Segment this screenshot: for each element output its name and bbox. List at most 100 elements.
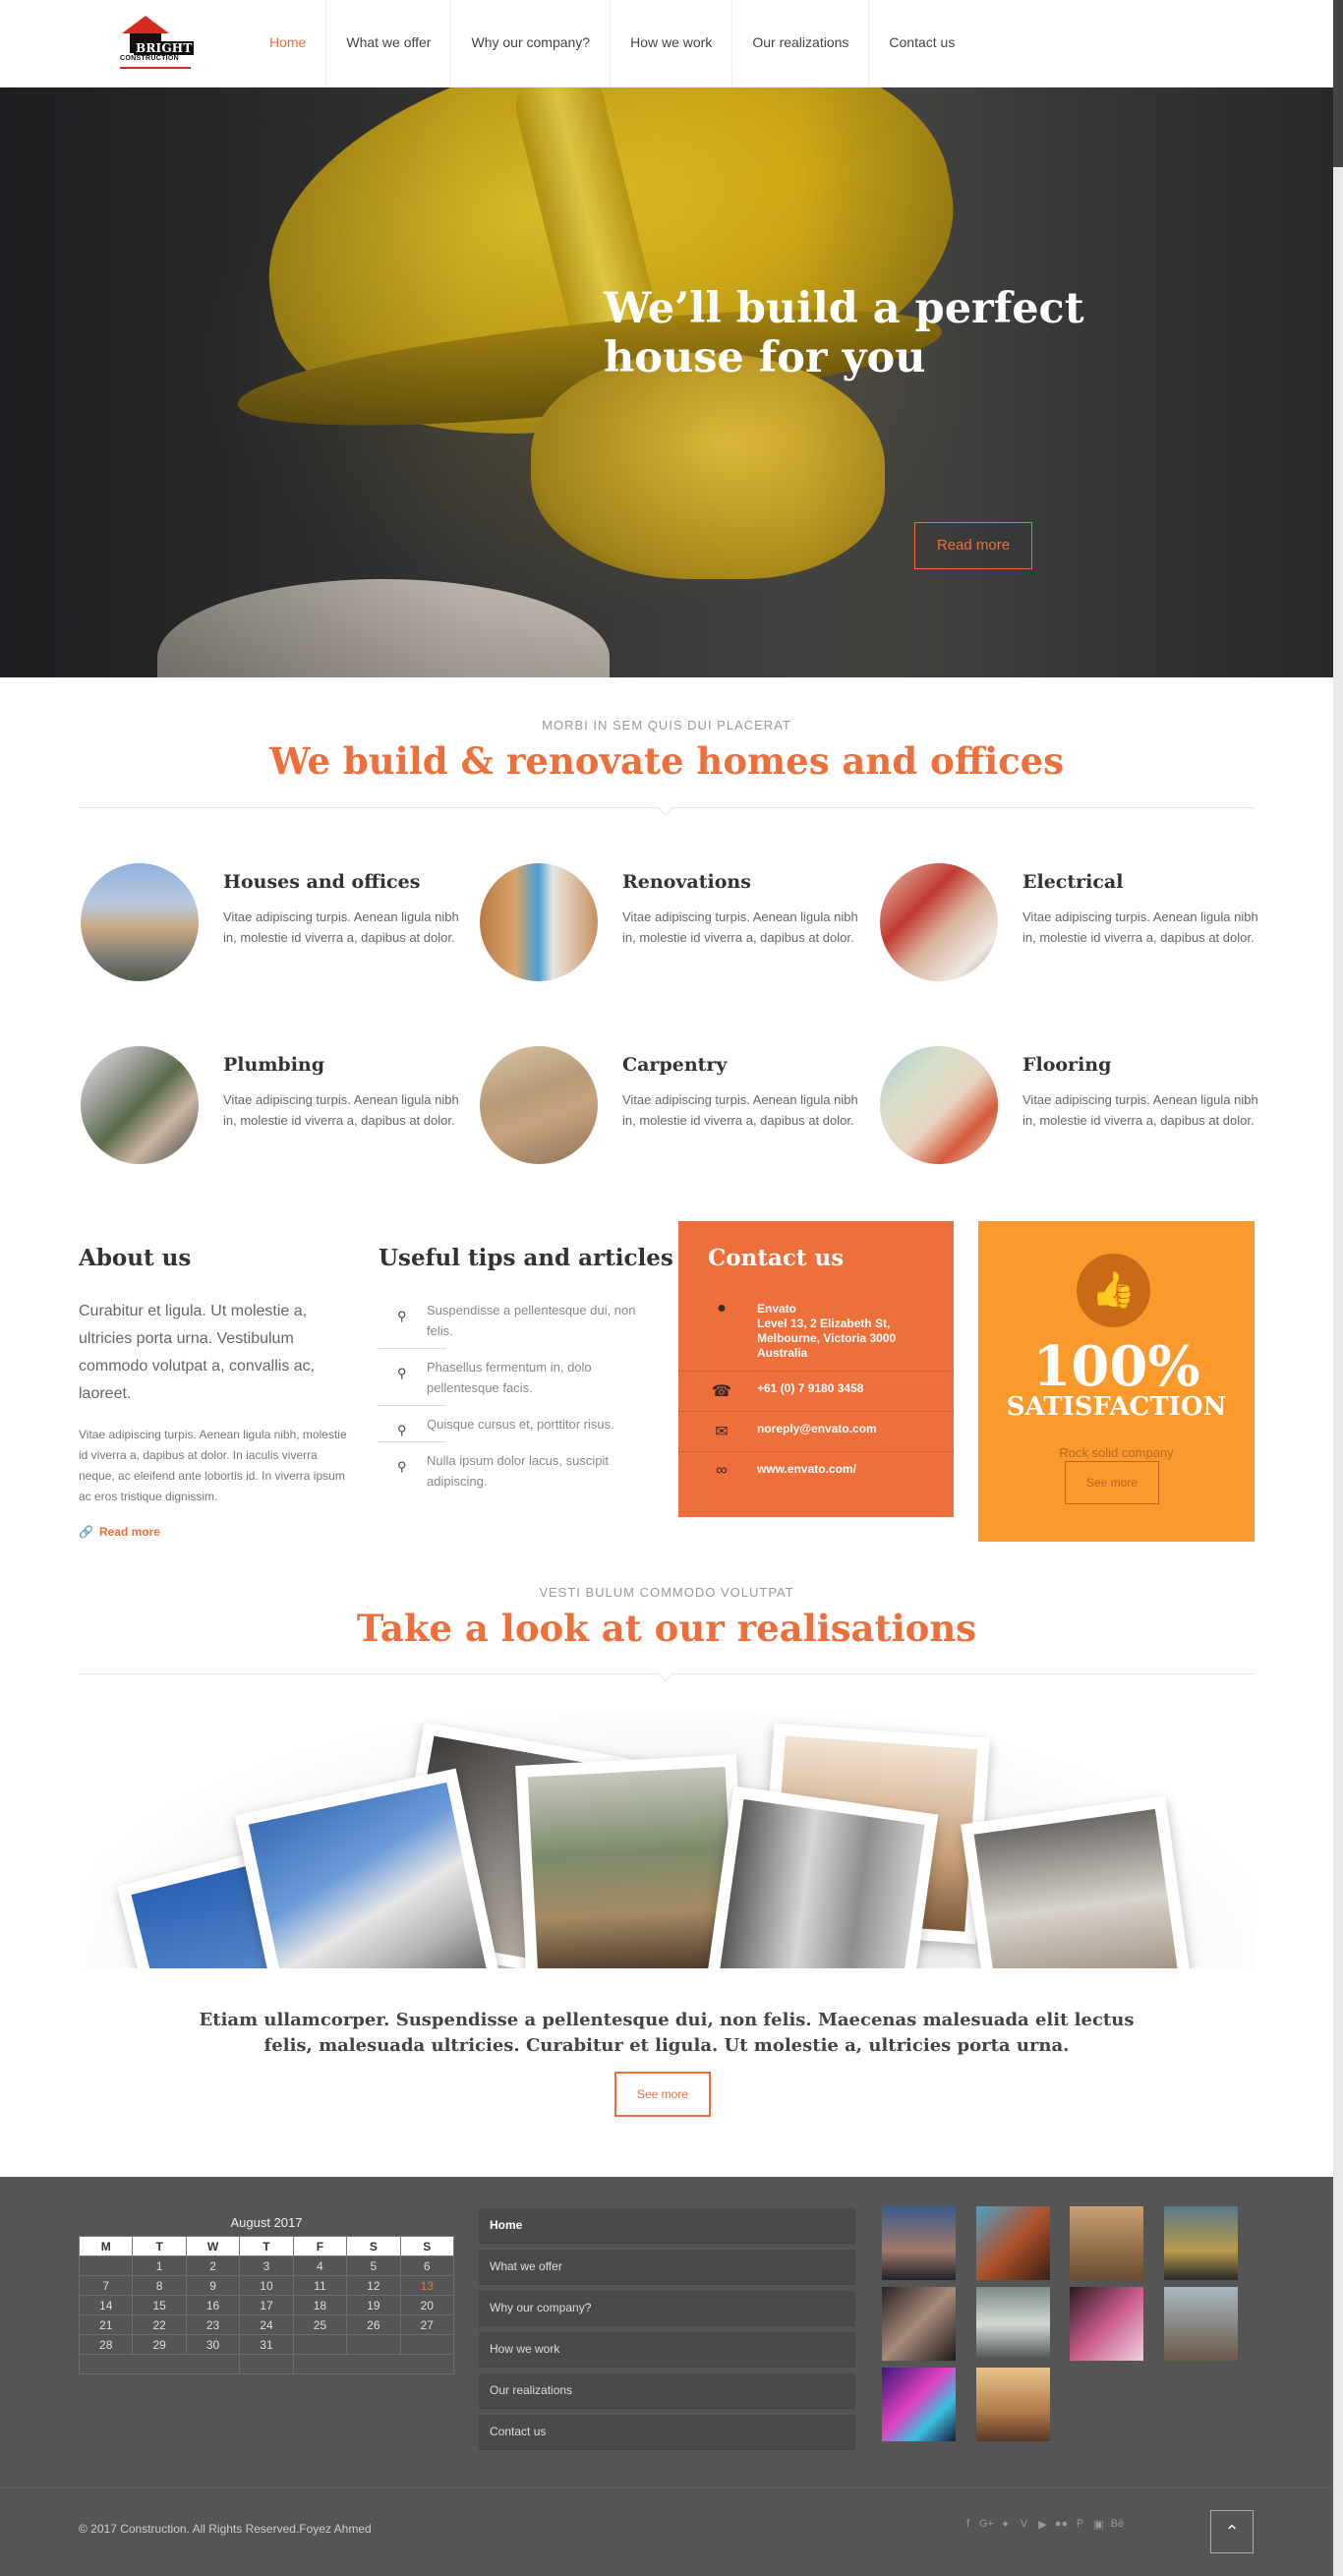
footer-thumb[interactable]	[976, 2287, 1050, 2361]
link-icon: 🔗	[79, 1525, 93, 1539]
scrollbar[interactable]	[1333, 0, 1343, 2576]
calendar-day-cell[interactable]: 5	[346, 2255, 401, 2276]
calendar-day-cell[interactable]: 20	[399, 2295, 455, 2315]
footer-thumb[interactable]	[882, 2287, 956, 2361]
calendar-day-header: M	[78, 2236, 134, 2256]
calendar-day-cell[interactable]: 24	[239, 2314, 294, 2335]
calendar-day-cell[interactable]: 31	[239, 2334, 294, 2355]
logo[interactable]: BRIGHT CONSTRUCTION	[118, 14, 195, 75]
footer-thumb[interactable]	[1070, 2206, 1143, 2280]
contact-web[interactable]: www.envato.com/	[757, 1462, 944, 1477]
calendar-day-cell[interactable]: 17	[239, 2295, 294, 2315]
footer-menu-our-realizations[interactable]: Our realizations	[479, 2373, 855, 2409]
footer-thumb[interactable]	[976, 2368, 1050, 2441]
footer-menu-why-our-company[interactable]: Why our company?	[479, 2291, 855, 2326]
calendar-day-cell[interactable]: 18	[292, 2295, 348, 2315]
calendar-day-cell[interactable]: 4	[292, 2255, 348, 2276]
nav-contact-us[interactable]: Contact us	[869, 0, 974, 87]
gallery-photo[interactable]	[961, 1795, 1193, 1968]
calendar-day-cell[interactable]: 6	[399, 2255, 455, 2276]
calendar-day-cell[interactable]: 19	[346, 2295, 401, 2315]
realisations-see-more-button[interactable]: See more	[614, 2072, 711, 2117]
footer-thumb[interactable]	[1164, 2206, 1238, 2280]
calendar-day-cell[interactable]: 2	[185, 2255, 241, 2276]
tip-text: Nulla ipsum dolor lacus, suscipit adipis…	[427, 1453, 609, 1489]
calendar-day-cell[interactable]: 23	[185, 2314, 241, 2335]
nav-home[interactable]: Home	[250, 0, 327, 87]
calendar-day-cell[interactable]: 30	[185, 2334, 241, 2355]
behance-icon[interactable]: Bē	[1108, 2518, 1127, 2531]
footer-menu-home[interactable]: Home	[479, 2208, 855, 2244]
calendar-day-cell[interactable]: 27	[399, 2314, 455, 2335]
calendar-widget: August 2017 MTWTFSS 1 2 3 4 5 6 7 8 9 10 11 12 13 14 1…	[78, 2210, 455, 2374]
satisfaction-see-more-button[interactable]: See more	[1065, 1461, 1159, 1504]
calendar-day-cell[interactable]: 16	[185, 2295, 241, 2315]
calendar-day-cell[interactable]: 8	[132, 2275, 187, 2296]
calendar-day-header: T	[132, 2236, 187, 2256]
nav-what-we-offer[interactable]: What we offer	[326, 0, 452, 87]
calendar-day-cell[interactable]: 7	[78, 2275, 134, 2296]
tip-item[interactable]: ⚲ Quisque cursus et, porttitor risus.	[378, 1410, 643, 1446]
footer-thumb[interactable]	[1070, 2287, 1143, 2361]
nav-how-we-work[interactable]: How we work	[611, 0, 733, 87]
nav-our-realizations[interactable]: Our realizations	[732, 0, 870, 87]
back-to-top-button[interactable]: ⌃	[1210, 2510, 1254, 2553]
phone-icon: ☎	[712, 1383, 731, 1400]
link-icon: ∞	[716, 1462, 728, 1479]
calendar-day-cell[interactable]: 29	[132, 2334, 187, 2355]
youtube-icon[interactable]: ▶	[1033, 2518, 1052, 2531]
contact-email[interactable]: noreply@envato.com	[757, 1422, 944, 1436]
calendar-day-cell[interactable]: 25	[292, 2314, 348, 2335]
calendar-day-cell[interactable]: 28	[78, 2334, 134, 2355]
footer-thumb[interactable]	[1164, 2287, 1238, 2361]
facebook-icon[interactable]: f	[959, 2518, 977, 2531]
hero-read-more-button[interactable]: Read more	[914, 522, 1032, 569]
calendar-day-cell[interactable]: 26	[346, 2314, 401, 2335]
contact-phone[interactable]: +61 (0) 7 9180 3458	[757, 1381, 944, 1396]
tips-title: Useful tips and articles	[379, 1245, 673, 1271]
pinterest-icon[interactable]: P	[1071, 2518, 1089, 2531]
service-title: Electrical	[1022, 871, 1124, 893]
scrollbar-thumb[interactable]	[1333, 0, 1343, 167]
tip-item[interactable]: ⚲ Nulla ipsum dolor lacus, suscipit adipi…	[378, 1446, 643, 1503]
contact-address-row: ● Envato Level 13, 2 Elizabeth St, Melbou…	[678, 1290, 954, 1363]
footer-thumb[interactable]	[882, 2206, 956, 2280]
calendar-day-cell[interactable]: 14	[78, 2295, 134, 2315]
about-title: About us	[79, 1245, 192, 1271]
calendar-day-cell[interactable]: 15	[132, 2295, 187, 2315]
services-title: We build & renovate homes and offices	[268, 739, 1065, 783]
services-subtitle: MORBI IN SEM QUIS DUI PLACERAT	[542, 718, 791, 732]
service-card: Houses and offices Vitae adipiscing turp…	[81, 863, 464, 991]
vimeo-icon[interactable]: V	[1015, 2518, 1033, 2531]
footer-menu-what-we-offer[interactable]: What we offer	[479, 2250, 855, 2285]
footer-menu-contact-us[interactable]: Contact us	[479, 2415, 855, 2450]
calendar-day-cell[interactable]: 3	[239, 2255, 294, 2276]
instagram-icon[interactable]: ▣	[1089, 2518, 1108, 2531]
footer-menu-how-we-work[interactable]: How we work	[479, 2332, 855, 2368]
tip-item[interactable]: ⚲ Suspendisse a pellentesque dui, non fel…	[378, 1296, 643, 1353]
tip-item[interactable]: ⚲ Phasellus fermentum in, dolo pellentesq…	[378, 1353, 643, 1410]
tip-separator	[378, 1348, 446, 1349]
flickr-icon[interactable]: ●●	[1052, 2518, 1071, 2531]
calendar-day-cell[interactable]: 21	[78, 2314, 134, 2335]
calendar-day-cell[interactable]: 22	[132, 2314, 187, 2335]
calendar-day-cell	[78, 2255, 134, 2276]
calendar-day-cell[interactable]: 9	[185, 2275, 241, 2296]
lightbulb-icon: ⚲	[397, 1459, 407, 1474]
calendar-day-cell[interactable]: 11	[292, 2275, 348, 2296]
calendar-day-cell[interactable]: 1	[132, 2255, 187, 2276]
calendar-week-row: 7 8 9 10 11 12 13	[78, 2275, 455, 2296]
about-read-more-link[interactable]: 🔗 Read more	[79, 1525, 160, 1539]
calendar-day-header: S	[346, 2236, 401, 2256]
footer-thumb[interactable]	[882, 2368, 956, 2441]
footer-thumb[interactable]	[976, 2206, 1050, 2280]
twitter-icon[interactable]: ✦	[996, 2518, 1015, 2531]
gallery-photo[interactable]	[703, 1786, 939, 1968]
calendar-week-row: 28 29 30 31	[78, 2334, 455, 2355]
photo-bedroom	[973, 1808, 1180, 1968]
calendar-day-cell[interactable]: 13	[399, 2275, 455, 2296]
calendar-day-cell[interactable]: 12	[346, 2275, 401, 2296]
google-plus-icon[interactable]: G+	[977, 2518, 996, 2531]
calendar-day-cell[interactable]: 10	[239, 2275, 294, 2296]
nav-why-our-company[interactable]: Why our company?	[451, 0, 612, 87]
